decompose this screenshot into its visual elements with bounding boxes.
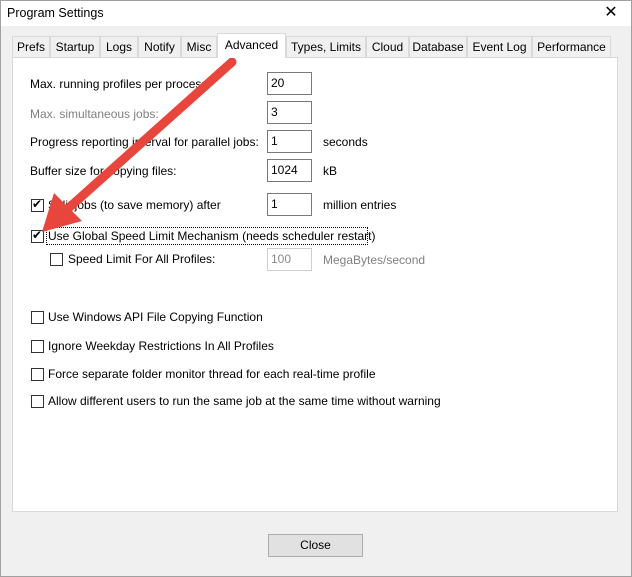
annotation-arrow-icon	[42, 57, 237, 232]
tab-advanced[interactable]: Advanced	[217, 33, 286, 58]
